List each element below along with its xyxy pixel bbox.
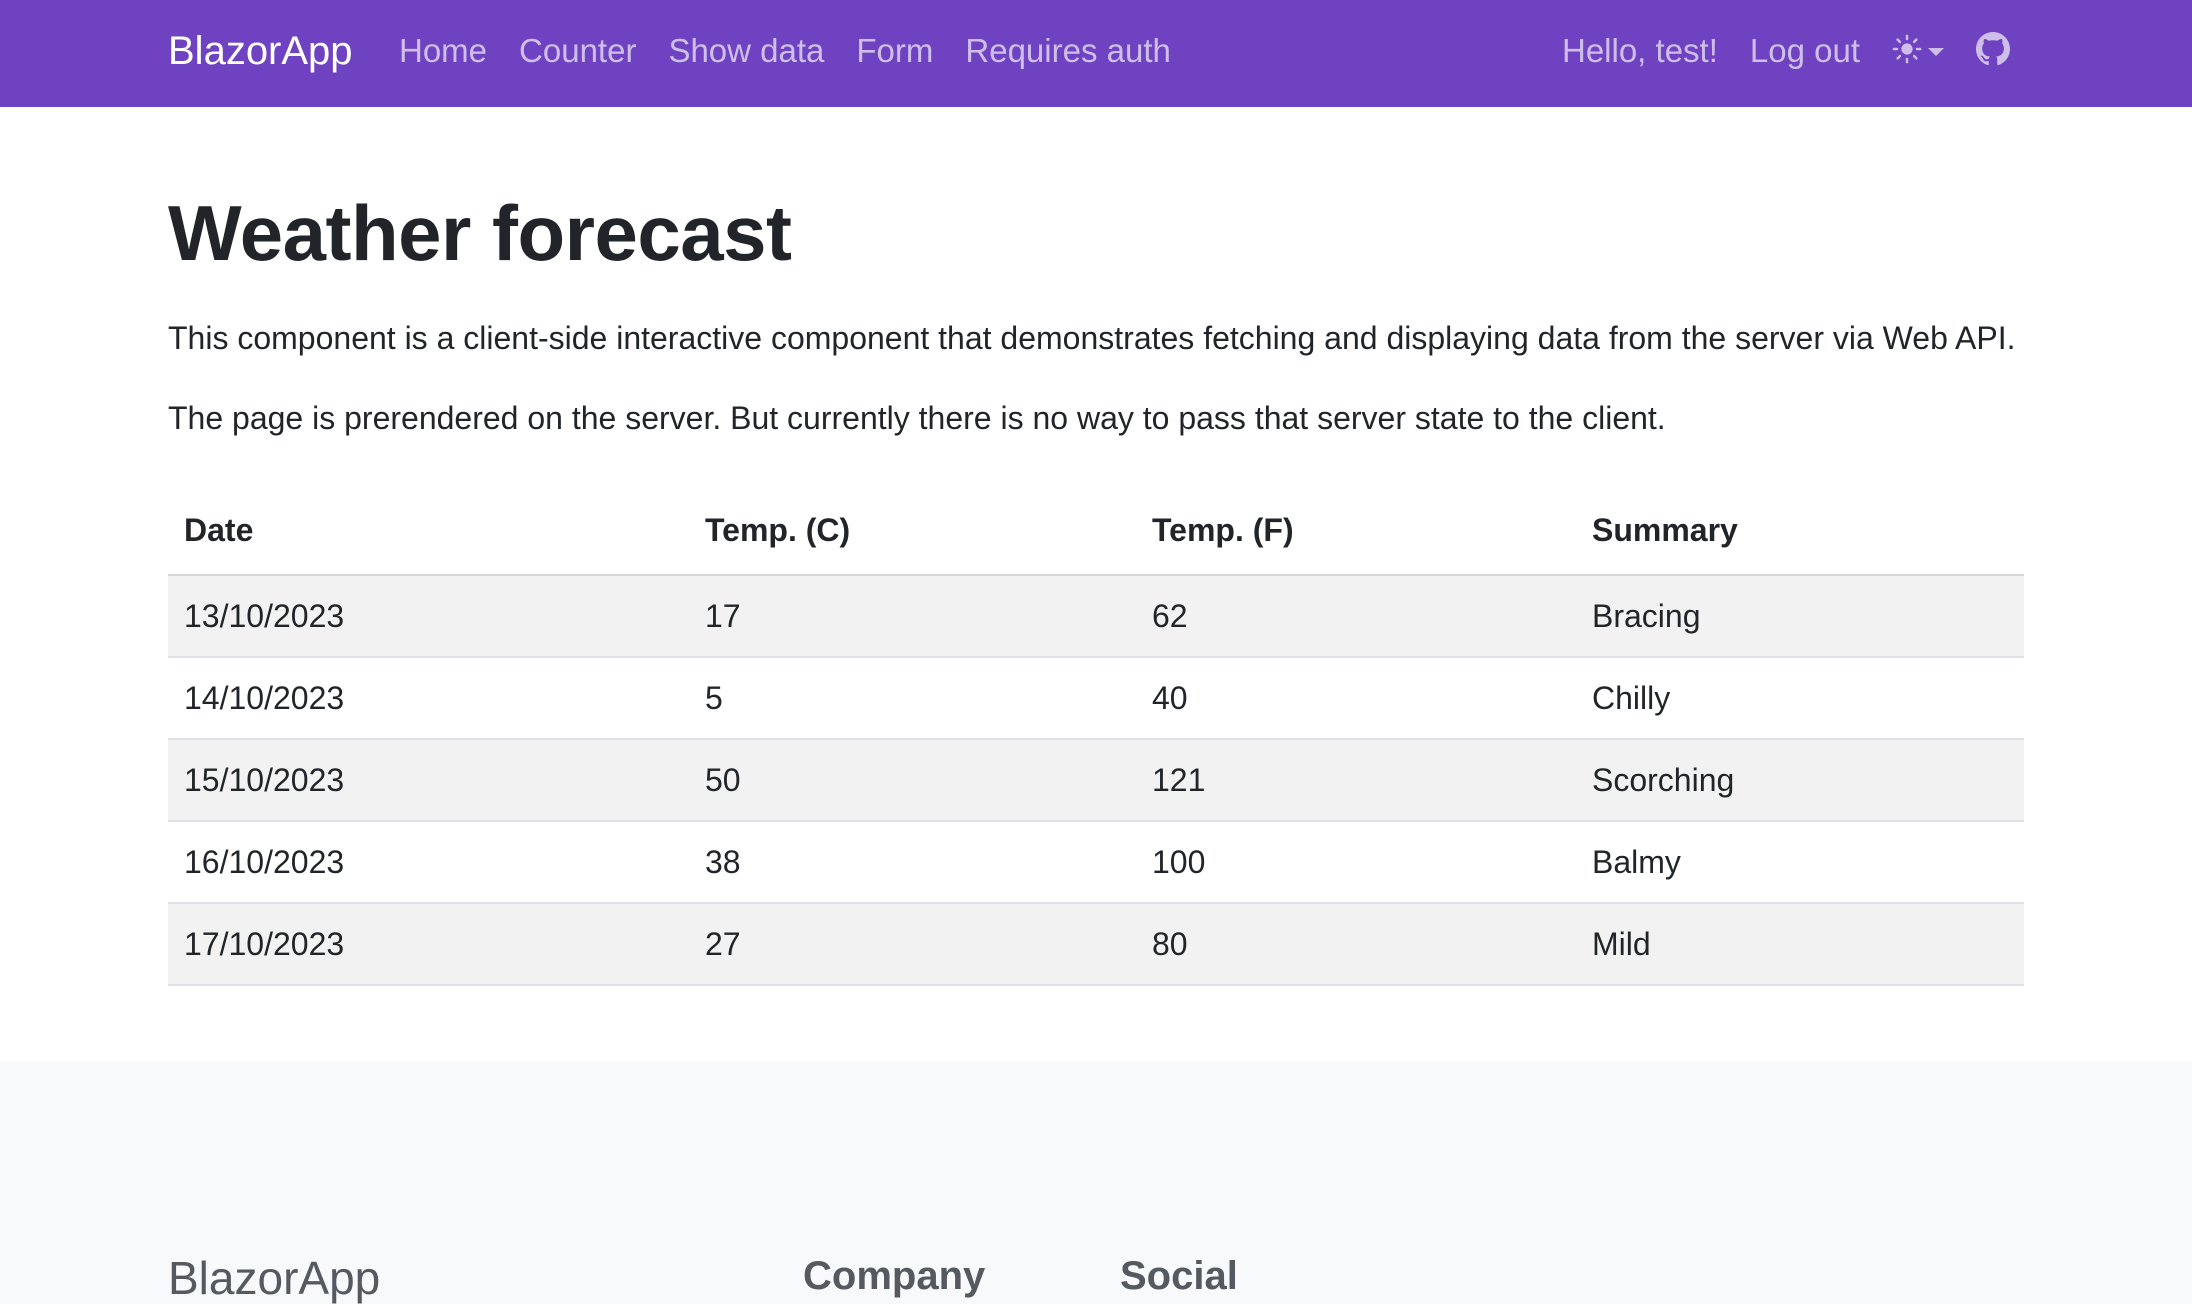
cell-temp-f: 100: [1136, 821, 1576, 904]
footer-heading-social: Social: [1120, 1254, 1238, 1298]
column-header-date: Date: [168, 487, 689, 576]
table-row: 14/10/2023 5 40 Chilly: [168, 657, 2024, 740]
cell-temp-f: 62: [1136, 575, 1576, 658]
github-link[interactable]: [1976, 26, 2010, 76]
cell-temp-c: 27: [689, 903, 1136, 986]
column-header-temp-c: Temp. (C): [689, 487, 1136, 576]
cell-summary: Chilly: [1576, 657, 2024, 740]
nav-links: Home Counter Show data Form Requires aut…: [399, 26, 1171, 76]
cell-temp-c: 5: [689, 657, 1136, 740]
nav-link-form[interactable]: Form: [856, 26, 933, 76]
table-row: 13/10/2023 17 62 Bracing: [168, 575, 2024, 658]
description-paragraph-1: This component is a client-side interact…: [168, 320, 2016, 356]
cell-summary: Scorching: [1576, 739, 2024, 822]
theme-toggle-button[interactable]: [1892, 26, 1944, 76]
cell-temp-f: 80: [1136, 903, 1576, 986]
chevron-down-icon: [1928, 48, 1944, 56]
cell-temp-f: 121: [1136, 739, 1576, 822]
cell-summary: Bracing: [1576, 575, 2024, 658]
table-header-row: Date Temp. (C) Temp. (F) Summary: [168, 487, 2024, 576]
description-paragraph-2: The page is prerendered on the server. B…: [168, 400, 1666, 436]
cell-temp-c: 50: [689, 739, 1136, 822]
cell-temp-c: 17: [689, 575, 1136, 658]
github-icon: [1976, 31, 2010, 71]
footer-brand: BlazorApp: [168, 1252, 381, 1304]
nav-link-show-data[interactable]: Show data: [668, 26, 824, 76]
sun-icon: [1892, 34, 1922, 69]
nav-link-counter[interactable]: Counter: [519, 26, 636, 76]
cell-temp-f: 40: [1136, 657, 1576, 740]
footer-heading-company: Company: [803, 1254, 986, 1298]
cell-date: 15/10/2023: [168, 739, 689, 822]
brand-link[interactable]: BlazorApp: [168, 26, 353, 76]
user-greeting-link[interactable]: Hello, test!: [1562, 26, 1718, 76]
weather-table: Date Temp. (C) Temp. (F) Summary 13/10/2…: [168, 487, 2024, 986]
table-row: 16/10/2023 38 100 Balmy: [168, 821, 2024, 904]
table-row: 15/10/2023 50 121 Scorching: [168, 739, 2024, 822]
cell-date: 17/10/2023: [168, 903, 689, 986]
cell-date: 14/10/2023: [168, 657, 689, 740]
column-header-summary: Summary: [1576, 487, 2024, 576]
nav-link-requires-auth[interactable]: Requires auth: [965, 26, 1170, 76]
cell-temp-c: 38: [689, 821, 1136, 904]
page-title: Weather forecast: [168, 189, 792, 277]
top-navbar: BlazorApp Home Counter Show data Form Re…: [0, 0, 2192, 107]
cell-date: 16/10/2023: [168, 821, 689, 904]
cell-date: 13/10/2023: [168, 575, 689, 658]
footer: BlazorApp Company Social: [0, 1062, 2192, 1304]
nav-link-home[interactable]: Home: [399, 26, 487, 76]
table-row: 17/10/2023 27 80 Mild: [168, 903, 2024, 986]
column-header-temp-f: Temp. (F): [1136, 487, 1576, 576]
cell-summary: Mild: [1576, 903, 2024, 986]
nav-right: Hello, test! Log out: [1562, 26, 2010, 76]
cell-summary: Balmy: [1576, 821, 2024, 904]
logout-link[interactable]: Log out: [1750, 26, 1860, 76]
